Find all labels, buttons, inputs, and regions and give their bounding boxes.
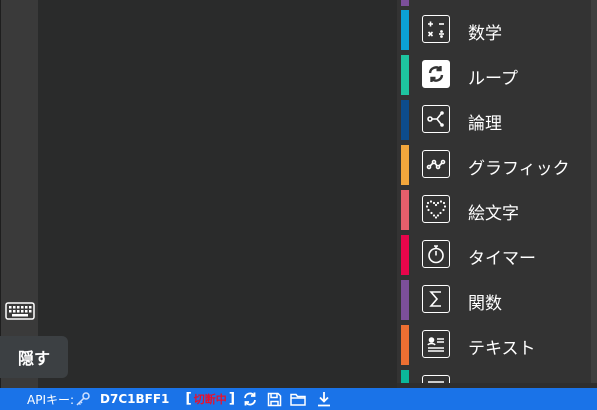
- category-text[interactable]: テキスト: [397, 325, 587, 365]
- category-label: ループ: [468, 69, 518, 89]
- category-color-bar: [401, 280, 409, 320]
- category-panel: 数学 ループ 論理 グラフィック 絵文字 タイマー 関数 テキスト: [397, 0, 597, 388]
- text-icon: [422, 330, 450, 358]
- key-icon[interactable]: [74, 390, 92, 408]
- category-label: タイマー: [468, 249, 536, 269]
- category-color-bar: [401, 235, 409, 275]
- category-graphic[interactable]: グラフィック: [397, 145, 587, 185]
- hide-button[interactable]: 隠す: [0, 336, 68, 378]
- category-label: 絵文字: [468, 204, 519, 224]
- category-label: 数学: [468, 24, 502, 44]
- category-label: グラフィック: [468, 159, 570, 179]
- connection-status: 切断中: [193, 393, 227, 406]
- category-color-bar: [401, 55, 409, 95]
- status-bracket-close: ]: [228, 391, 236, 407]
- category-emoji[interactable]: 絵文字: [397, 190, 587, 230]
- status-bar: APIキー: D7C1BFF1 [ 切断中 ]: [0, 388, 597, 410]
- keyboard-icon[interactable]: [5, 301, 35, 321]
- heart-icon: [422, 195, 450, 223]
- workspace-canvas[interactable]: [38, 0, 397, 388]
- sigma-icon: [422, 285, 450, 313]
- left-strip: [0, 0, 39, 388]
- math-icon: [422, 15, 450, 43]
- category-function[interactable]: 関数: [397, 280, 587, 320]
- folder-icon[interactable]: [289, 390, 307, 408]
- download-icon[interactable]: [315, 390, 333, 408]
- refresh-icon[interactable]: [241, 390, 259, 408]
- category-timer[interactable]: タイマー: [397, 235, 587, 275]
- category-loop[interactable]: ループ: [397, 55, 587, 95]
- status-bracket-open: [: [185, 391, 192, 407]
- vertical-scrollbar[interactable]: [591, 0, 597, 383]
- timer-icon: [422, 240, 450, 268]
- category-color-bar: [401, 190, 409, 230]
- category-label: 論理: [468, 114, 502, 134]
- category-color-bar: [401, 100, 409, 140]
- save-icon[interactable]: [265, 390, 283, 408]
- category-color-bar: [401, 10, 409, 50]
- category-color-bar: [401, 0, 409, 6]
- loop-icon: [422, 60, 450, 88]
- api-key-value: D7C1BFF1: [100, 392, 170, 406]
- category-label: 関数: [468, 294, 502, 314]
- logic-icon: [422, 105, 450, 133]
- category-logic[interactable]: 論理: [397, 100, 587, 140]
- category-math[interactable]: 数学: [397, 10, 587, 50]
- graphic-icon: [422, 150, 450, 178]
- category-label: テキスト: [468, 339, 536, 359]
- category-color-bar: [401, 325, 409, 365]
- category-color-bar: [401, 145, 409, 185]
- api-key-label: APIキー:: [27, 392, 75, 407]
